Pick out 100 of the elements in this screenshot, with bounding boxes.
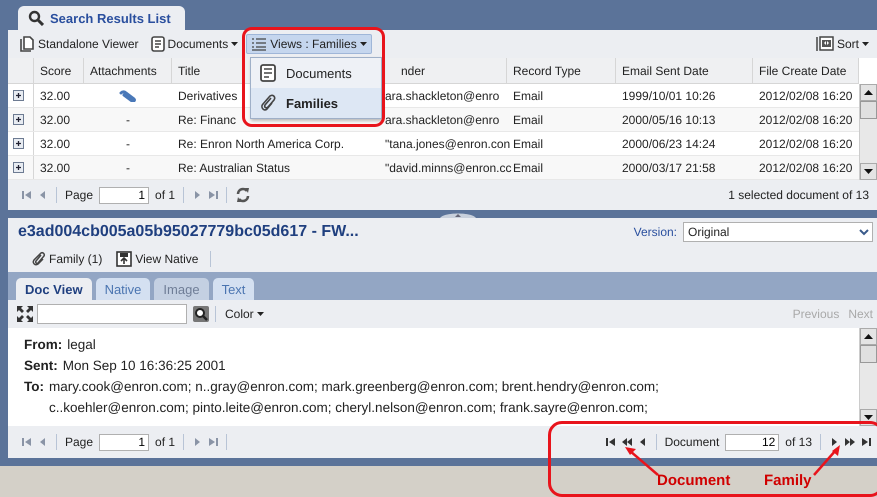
column-header[interactable]: Email Sent Date [616,58,753,83]
field-label: To: [24,378,44,396]
table-cell: Re: Enron North America Corp. [178,136,344,150]
annotation-arrow [812,444,842,476]
scrollbar[interactable] [859,84,877,180]
table-cell-text: - [125,136,131,152]
search-icon[interactable] [192,305,210,323]
list-icon [251,37,268,51]
table-cell: Email [513,112,544,126]
annotation-label: Family [764,472,812,489]
scroll-thumb[interactable] [860,345,877,363]
caret-icon [862,42,869,46]
table-cell-text: - [125,160,131,176]
splitter-handle-icon[interactable] [440,212,476,218]
document-number-input[interactable]: 12 [725,434,780,450]
sort-dropdown[interactable]: Sort [812,34,873,54]
table-cell: 32.00 [40,88,70,102]
search-icon [28,10,44,26]
table-cell: "tana.jones@enron.con [385,136,510,150]
expand-icon[interactable] [13,90,24,101]
caret-icon [360,42,367,46]
save-page-icon [116,251,132,267]
table-cell: Email [513,88,544,102]
scrollbar[interactable] [859,328,877,426]
refresh-icon[interactable] [235,187,252,203]
table-cell: 2000/03/17 21:58 [622,160,716,174]
page-count: of 1 [155,188,176,202]
previous-page-icon[interactable] [638,437,648,447]
view-tab[interactable]: Native [96,278,150,300]
selection-status: 1 selected document of 13 [728,188,869,202]
pages-icon [20,36,35,52]
table-cell: 2012/02/08 16:20 [759,136,852,150]
field-value: legal [67,336,96,354]
table-cell: 32.00 [40,160,70,174]
table-cell: 1999/10/01 10:26 [622,88,716,102]
scroll-up-icon[interactable] [864,90,873,95]
page-label: Page [65,188,94,202]
view-tab[interactable]: Text [212,278,254,300]
table-cell: ara.shackleton@enro [385,88,500,102]
field-value: mary.cook@enron.com; n..gray@enron.com; mark.greenberg@enron.com; brent.hendry@enron.com; c..koehler@enron.com; pinto.leite@enron.com; cheryl.nelson@enron.com; frank.sayre@enron.com; [49,378,660,417]
standalone-viewer-button[interactable]: Standalone Viewer [16,34,143,54]
version-select[interactable]: Original [683,222,873,242]
document-icon [260,64,276,82]
field-label: From: [24,336,62,354]
table-cell: Email [513,160,544,174]
annotation-label: Document [657,472,730,489]
scroll-up-icon[interactable] [864,334,873,339]
next-page-icon[interactable] [829,437,839,447]
expand-icon[interactable] [13,114,24,125]
sort-icon [816,36,834,52]
views-dropdown[interactable]: Views : Families [246,34,372,54]
documents-dropdown[interactable]: Documents [146,34,242,54]
search-field[interactable] [37,304,187,324]
table-cell: Re: Financ [178,112,236,126]
table-cell: 32.00 [40,136,70,150]
view-native-button[interactable]: View Native [112,249,202,269]
column-header[interactable]: Record Type [507,58,616,83]
fullscreen-icon[interactable] [16,305,34,323]
menu-item[interactable]: Families [251,88,381,118]
field-label: Sent: [24,357,58,375]
caret-icon [256,312,264,316]
first-page-icon[interactable] [606,437,616,447]
previous-family-icon[interactable] [622,437,632,447]
family-button[interactable]: Family (1) [28,249,106,269]
annotation-arrow [624,446,660,476]
table-cell-text: - [125,112,131,128]
field-value: Mon Sep 10 16:36:25 2001 [62,357,226,375]
table-cell: Email [513,136,544,150]
table-cell: ara.shackleton@enro [385,112,500,126]
column-header[interactable]: File Create Date [753,58,859,83]
chevron-down-icon [859,228,869,236]
color-dropdown[interactable]: Color [221,305,268,323]
expand-icon[interactable] [13,162,24,173]
column-header[interactable]: Score [34,58,84,83]
table-cell: 2012/02/08 16:20 [759,112,852,126]
column-header[interactable]: Attachments [84,58,172,83]
scroll-thumb[interactable] [860,101,877,119]
table-cell: 2000/06/23 14:24 [622,136,716,150]
table-cell: 32.00 [40,112,70,126]
page-input[interactable]: 1 [99,434,150,450]
search-results-tab[interactable]: Search Results List [18,6,185,30]
table-cell: Re: Australian Status [178,160,290,174]
document-label: Document [664,435,720,449]
caret-icon [231,42,238,46]
document-count: of 13 [785,435,812,449]
table-cell: 2012/02/08 16:20 [759,160,852,174]
page-input[interactable]: 1 [99,186,150,204]
document-title: e3ad004cb005a05b95027779bc05d617 - FW... [18,223,359,241]
page-label: Page [65,435,94,449]
view-tab[interactable]: Doc View [16,278,92,300]
next-family-icon[interactable] [845,437,855,447]
last-page-icon[interactable] [861,437,871,447]
table-cell: 2012/02/08 16:20 [759,88,852,102]
page-count: of 1 [155,435,176,449]
scroll-down-icon[interactable] [864,415,873,420]
table-cell: "david.minns@enron.cc [385,160,512,174]
menu-item[interactable]: Documents [251,58,381,88]
table-cell: 2000/05/16 10:13 [622,112,716,126]
scroll-down-icon[interactable] [864,169,873,174]
expand-icon[interactable] [13,138,24,149]
